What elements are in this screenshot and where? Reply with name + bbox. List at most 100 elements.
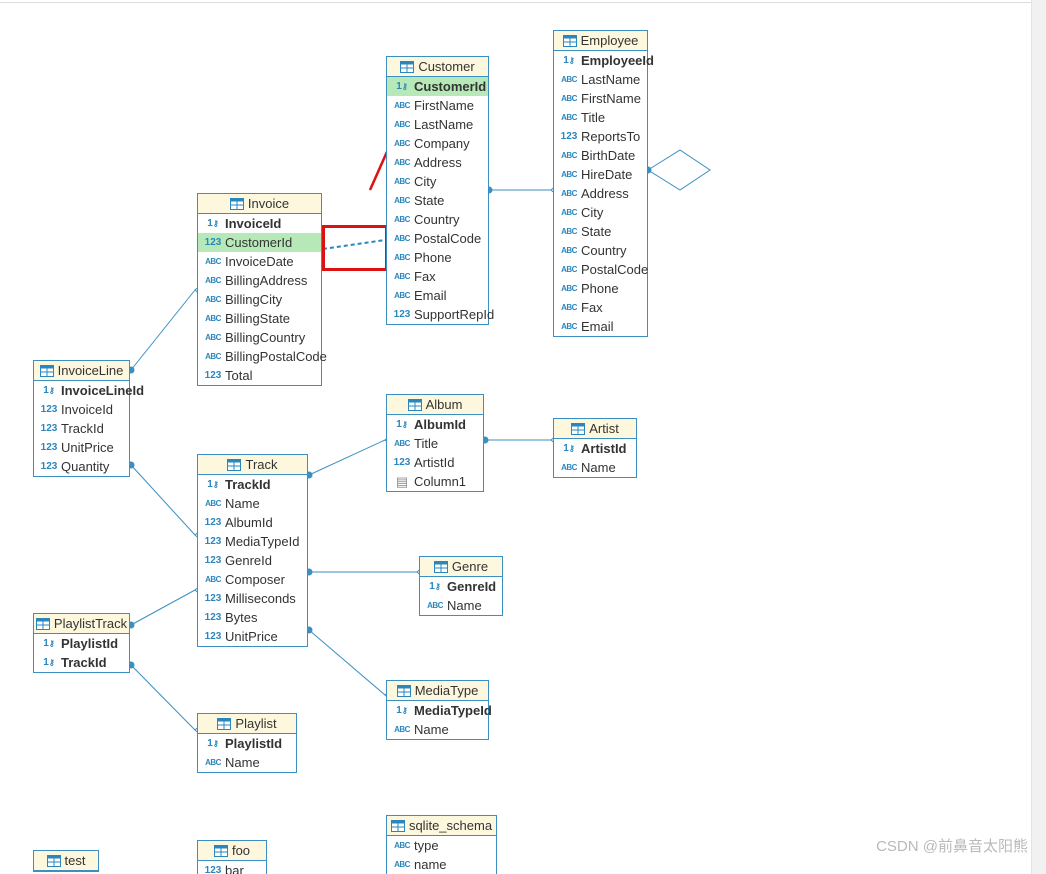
column-genreid[interactable]: 123GenreId	[198, 551, 307, 570]
column-mediatypeid[interactable]: 1⚷MediaTypeId	[387, 701, 488, 720]
column-name[interactable]: ABCname	[387, 855, 496, 874]
table-header[interactable]: Playlist	[198, 714, 296, 734]
table-artist[interactable]: Artist1⚷ArtistIdABCName	[553, 418, 637, 478]
column-email[interactable]: ABCEmail	[554, 317, 647, 336]
column-company[interactable]: ABCCompany	[387, 134, 488, 153]
column-artistid[interactable]: 123ArtistId	[387, 453, 483, 472]
column-playlistid[interactable]: 1⚷PlaylistId	[198, 734, 296, 753]
column-title[interactable]: ABCTitle	[387, 434, 483, 453]
column-customerid[interactable]: 1⚷CustomerId	[387, 77, 488, 96]
table-header[interactable]: InvoiceLine	[34, 361, 129, 381]
table-playlist[interactable]: Playlist1⚷PlaylistIdABCName	[197, 713, 297, 773]
column-name[interactable]: ABCName	[554, 458, 636, 477]
column-albumid[interactable]: 1⚷AlbumId	[387, 415, 483, 434]
column-state[interactable]: ABCState	[554, 222, 647, 241]
column-employeeid[interactable]: 1⚷EmployeeId	[554, 51, 647, 70]
column-city[interactable]: ABCCity	[387, 172, 488, 191]
table-foo[interactable]: foo123bar	[197, 840, 267, 874]
column-invoiceid[interactable]: 123InvoiceId	[34, 400, 129, 419]
column-fax[interactable]: ABCFax	[554, 298, 647, 317]
column-invoicedate[interactable]: ABCInvoiceDate	[198, 252, 321, 271]
table-sqliteschema[interactable]: sqlite_schemaABCtypeABCname	[386, 815, 497, 874]
column-name: Fax	[414, 268, 436, 285]
column-type[interactable]: ABCtype	[387, 836, 496, 855]
column-postalcode[interactable]: ABCPostalCode	[387, 229, 488, 248]
column-invoiceid[interactable]: 1⚷InvoiceId	[198, 214, 321, 233]
table-track[interactable]: Track1⚷TrackIdABCName123AlbumId123MediaT…	[197, 454, 308, 647]
column-phone[interactable]: ABCPhone	[554, 279, 647, 298]
column-unitprice[interactable]: 123UnitPrice	[34, 438, 129, 457]
column-postalcode[interactable]: ABCPostalCode	[554, 260, 647, 279]
column-country[interactable]: ABCCountry	[554, 241, 647, 260]
column-bar[interactable]: 123bar	[198, 861, 266, 874]
column-state[interactable]: ABCState	[387, 191, 488, 210]
table-header[interactable]: test	[34, 851, 98, 871]
column-email[interactable]: ABCEmail	[387, 286, 488, 305]
table-invoiceline[interactable]: InvoiceLine1⚷InvoiceLineId123InvoiceId12…	[33, 360, 130, 477]
table-album[interactable]: Album1⚷AlbumIdABCTitle123ArtistId▤Column…	[386, 394, 484, 492]
column-supportrepid[interactable]: 123SupportRepId	[387, 305, 488, 324]
table-header[interactable]: Album	[387, 395, 483, 415]
column-lastname[interactable]: ABCLastName	[387, 115, 488, 134]
column-address[interactable]: ABCAddress	[387, 153, 488, 172]
table-header[interactable]: Invoice	[198, 194, 321, 214]
table-header[interactable]: Track	[198, 455, 307, 475]
column-country[interactable]: ABCCountry	[387, 210, 488, 229]
column-invoicelineid[interactable]: 1⚷InvoiceLineId	[34, 381, 129, 400]
table-header[interactable]: foo	[198, 841, 266, 861]
column-title[interactable]: ABCTitle	[554, 108, 647, 127]
column-birthdate[interactable]: ABCBirthDate	[554, 146, 647, 165]
column-reportsto[interactable]: 123ReportsTo	[554, 127, 647, 146]
column-billingpostalcode[interactable]: ABCBillingPostalCode	[198, 347, 321, 366]
column-trackid[interactable]: 123TrackId	[34, 419, 129, 438]
column-trackid[interactable]: 1⚷TrackId	[34, 653, 129, 672]
column-fax[interactable]: ABCFax	[387, 267, 488, 286]
column-unitprice[interactable]: 123UnitPrice	[198, 627, 307, 646]
column-name: Column1	[414, 473, 466, 490]
column-phone[interactable]: ABCPhone	[387, 248, 488, 267]
column-billingcountry[interactable]: ABCBillingCountry	[198, 328, 321, 347]
column-artistid[interactable]: 1⚷ArtistId	[554, 439, 636, 458]
column-name[interactable]: ABCName	[198, 753, 296, 772]
column-lastname[interactable]: ABCLastName	[554, 70, 647, 89]
column-mediatypeid[interactable]: 123MediaTypeId	[198, 532, 307, 551]
column-address[interactable]: ABCAddress	[554, 184, 647, 203]
column-albumid[interactable]: 123AlbumId	[198, 513, 307, 532]
column-bytes[interactable]: 123Bytes	[198, 608, 307, 627]
table-employee[interactable]: Employee1⚷EmployeeIdABCLastNameABCFirstN…	[553, 30, 648, 337]
table-name: test	[65, 853, 86, 868]
column-composer[interactable]: ABCComposer	[198, 570, 307, 589]
column-trackid[interactable]: 1⚷TrackId	[198, 475, 307, 494]
table-mediatype[interactable]: MediaType1⚷MediaTypeIdABCName	[386, 680, 489, 740]
column-name: Milliseconds	[225, 590, 296, 607]
table-header[interactable]: Artist	[554, 419, 636, 439]
table-header[interactable]: MediaType	[387, 681, 488, 701]
table-genre[interactable]: Genre1⚷GenreIdABCName	[419, 556, 503, 616]
column-quantity[interactable]: 123Quantity	[34, 457, 129, 476]
table-invoice[interactable]: Invoice1⚷InvoiceId123CustomerIdABCInvoic…	[197, 193, 322, 386]
table-playlisttrack[interactable]: PlaylistTrack1⚷PlaylistId1⚷TrackId	[33, 613, 130, 673]
column-name[interactable]: ABCName	[420, 596, 502, 615]
column-name[interactable]: ABCName	[387, 720, 488, 739]
column-billingaddress[interactable]: ABCBillingAddress	[198, 271, 321, 290]
table-customer[interactable]: Customer1⚷CustomerIdABCFirstNameABCLastN…	[386, 56, 489, 325]
table-header[interactable]: PlaylistTrack	[34, 614, 129, 634]
column-playlistid[interactable]: 1⚷PlaylistId	[34, 634, 129, 653]
column-firstname[interactable]: ABCFirstName	[387, 96, 488, 115]
column-column1[interactable]: ▤Column1	[387, 472, 483, 491]
column-total[interactable]: 123Total	[198, 366, 321, 385]
table-header[interactable]: Customer	[387, 57, 488, 77]
column-hiredate[interactable]: ABCHireDate	[554, 165, 647, 184]
table-header[interactable]: Genre	[420, 557, 502, 577]
column-customerid[interactable]: 123CustomerId	[198, 233, 321, 252]
table-header[interactable]: sqlite_schema	[387, 816, 496, 836]
column-city[interactable]: ABCCity	[554, 203, 647, 222]
table-header[interactable]: Employee	[554, 31, 647, 51]
column-billingcity[interactable]: ABCBillingCity	[198, 290, 321, 309]
column-name[interactable]: ABCName	[198, 494, 307, 513]
column-firstname[interactable]: ABCFirstName	[554, 89, 647, 108]
column-milliseconds[interactable]: 123Milliseconds	[198, 589, 307, 608]
column-genreid[interactable]: 1⚷GenreId	[420, 577, 502, 596]
table-test[interactable]: test	[33, 850, 99, 872]
column-billingstate[interactable]: ABCBillingState	[198, 309, 321, 328]
